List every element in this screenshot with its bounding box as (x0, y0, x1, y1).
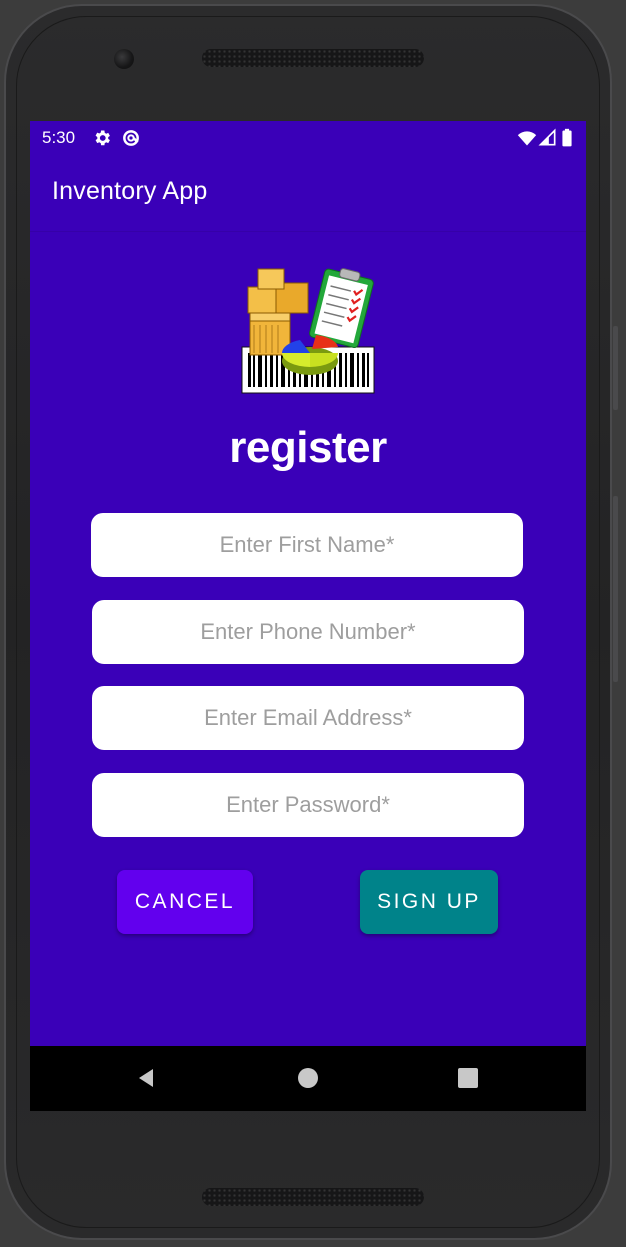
home-icon[interactable] (296, 1066, 320, 1090)
earpiece-speaker (202, 49, 424, 67)
navigation-bar (30, 1046, 586, 1111)
password-field[interactable] (92, 773, 524, 837)
inventory-logo-icon (241, 268, 375, 394)
wifi-icon (517, 131, 537, 146)
register-heading: register (229, 423, 387, 472)
bottom-speaker (202, 1188, 424, 1206)
sign-up-button[interactable]: SIGN UP (360, 870, 498, 934)
sync-icon (123, 130, 139, 146)
status-time: 5:30 (42, 128, 76, 147)
cancel-button[interactable]: CANCEL (117, 870, 253, 934)
signal-icon (538, 128, 556, 146)
settings-icon (95, 130, 110, 146)
app-title: Inventory App (52, 177, 208, 205)
volume-button (613, 496, 618, 682)
status-bar: 5:30 (30, 121, 586, 155)
app-screen: 5:30 Inventory App register Enter First … (30, 121, 586, 1111)
first-name-field[interactable] (91, 513, 523, 577)
email-address-field[interactable] (92, 686, 524, 750)
front-camera (114, 49, 134, 69)
recents-icon[interactable] (456, 1066, 480, 1090)
back-icon[interactable] (134, 1066, 158, 1090)
app-bar: Inventory App (30, 155, 586, 232)
power-button (613, 326, 618, 410)
phone-number-field[interactable] (92, 600, 524, 664)
battery-icon (562, 128, 572, 147)
